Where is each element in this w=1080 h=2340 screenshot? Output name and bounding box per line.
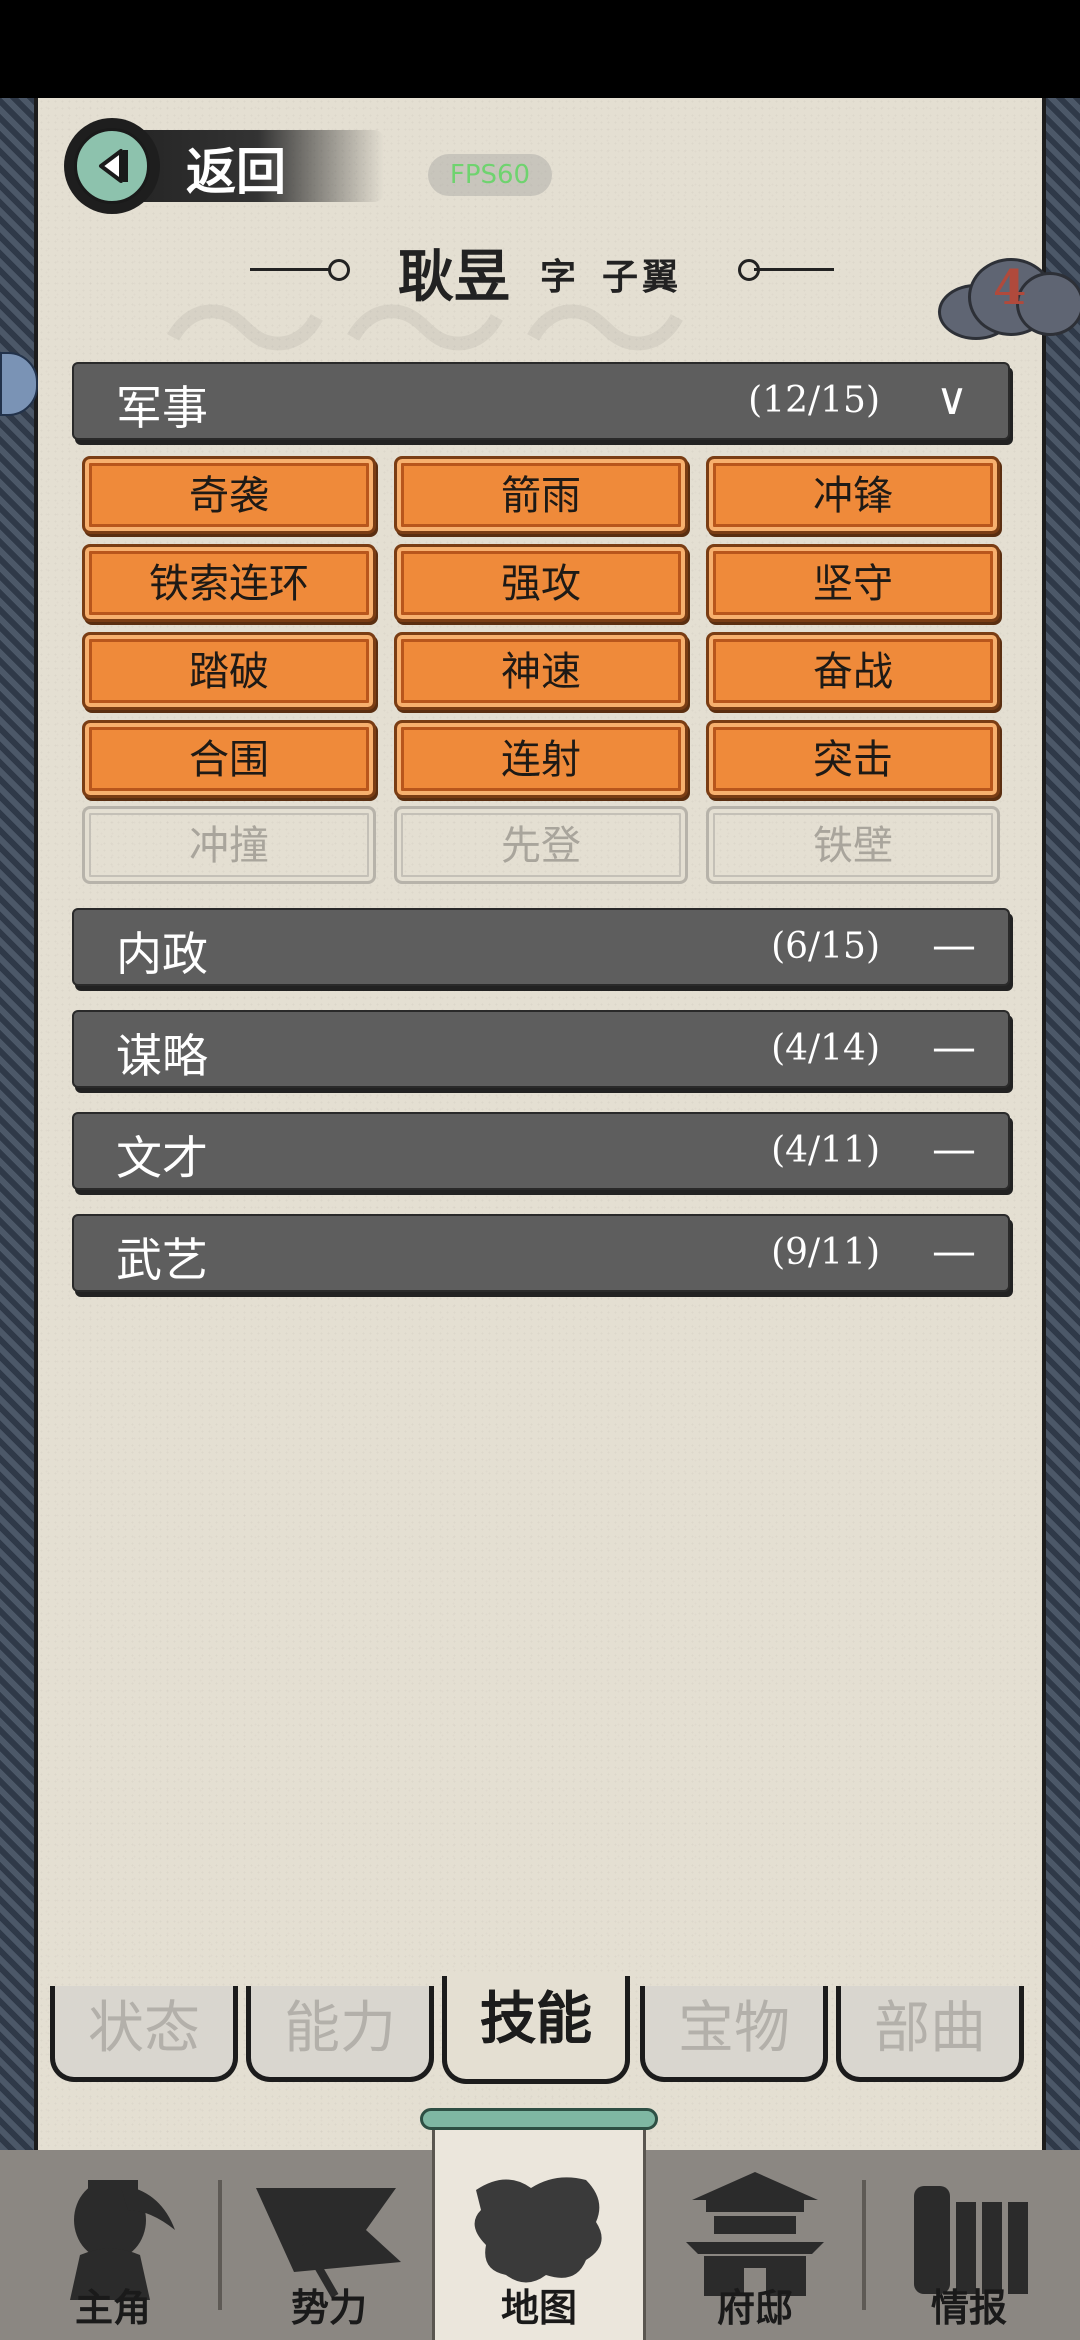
back-button[interactable]: 返回 bbox=[64, 118, 384, 214]
right-border bbox=[1046, 98, 1080, 2150]
tab-skills[interactable]: 技能 bbox=[442, 1976, 630, 2084]
tab-label: 状态 bbox=[88, 1996, 200, 2061]
skill-button[interactable]: 强攻 bbox=[394, 544, 688, 622]
character-title: 耿昱 字 子翼 bbox=[240, 228, 840, 310]
nav-separator bbox=[218, 2180, 222, 2310]
skill-button[interactable]: 连射 bbox=[394, 720, 688, 798]
tab-troops[interactable]: 部曲 bbox=[836, 1986, 1024, 2082]
nav-item-protagonist[interactable]: 主角 bbox=[10, 2150, 216, 2340]
section-header-literature[interactable]: 文才 (4/11) — bbox=[72, 1112, 1010, 1190]
collapse-dash-icon: — bbox=[932, 1124, 976, 1175]
tab-ability[interactable]: 能力 bbox=[246, 1986, 434, 2082]
skill-button[interactable]: 合围 bbox=[82, 720, 376, 798]
section-count: (6/15) bbox=[771, 926, 880, 967]
nav-label: 府邸 bbox=[716, 2285, 793, 2330]
nav-label: 势力 bbox=[290, 2285, 367, 2330]
section-label: 武艺 bbox=[116, 1233, 208, 1287]
back-arrow-icon bbox=[74, 128, 150, 204]
skill-button[interactable]: 神速 bbox=[394, 632, 688, 710]
fps-counter: FPS60 bbox=[428, 154, 552, 196]
section-label: 内政 bbox=[116, 927, 208, 981]
collapse-dash-icon: — bbox=[932, 1226, 976, 1277]
skill-button[interactable]: 箭雨 bbox=[394, 456, 688, 534]
tab-label: 能力 bbox=[284, 1996, 396, 2061]
skill-button[interactable]: 冲撞 bbox=[82, 806, 376, 884]
courtesy-label: 字 bbox=[540, 256, 577, 298]
nav-item-intel[interactable]: 情报 bbox=[866, 2150, 1072, 2340]
tab-status[interactable]: 状态 bbox=[50, 1986, 238, 2082]
skill-button[interactable]: 先登 bbox=[394, 806, 688, 884]
title-ornament-right bbox=[754, 268, 834, 271]
status-bar bbox=[0, 0, 1080, 98]
skill-button[interactable]: 冲锋 bbox=[706, 456, 1000, 534]
back-circle bbox=[64, 118, 160, 214]
skill-button[interactable]: 奇袭 bbox=[82, 456, 376, 534]
nav-label: 主角 bbox=[74, 2285, 151, 2330]
skill-button[interactable]: 坚守 bbox=[706, 544, 1000, 622]
section-label: 文才 bbox=[116, 1131, 208, 1185]
character-name: 耿昱 bbox=[398, 244, 510, 310]
badge-count: 4 bbox=[993, 260, 1027, 316]
tab-label: 宝物 bbox=[678, 1996, 790, 2061]
section-header-strategy[interactable]: 谋略 (4/14) — bbox=[72, 1010, 1010, 1088]
cloud-badge[interactable]: 4 bbox=[938, 250, 1080, 340]
section-count: (4/11) bbox=[771, 1130, 880, 1171]
nav-item-mansion[interactable]: 府邸 bbox=[652, 2150, 858, 2340]
tab-label: 部曲 bbox=[874, 1996, 986, 2061]
title-knot-left bbox=[328, 259, 350, 281]
section-header-martial[interactable]: 武艺 (9/11) — bbox=[72, 1214, 1010, 1292]
tab-bar: 状态 能力 技能 宝物 部曲 bbox=[50, 1976, 1040, 2084]
section-count: (9/11) bbox=[771, 1232, 880, 1273]
section-header-military[interactable]: 军事 (12/15) ∨ bbox=[72, 362, 1010, 440]
section-count: (4/14) bbox=[771, 1028, 880, 1069]
back-label: 返回 bbox=[186, 142, 286, 201]
skill-button[interactable]: 铁索连环 bbox=[82, 544, 376, 622]
collapse-dash-icon: — bbox=[932, 1022, 976, 1073]
title-ornament-left bbox=[250, 268, 330, 271]
nav-item-faction[interactable]: 势力 bbox=[226, 2150, 432, 2340]
nav-active-cap bbox=[420, 2108, 658, 2130]
nav-label: 情报 bbox=[930, 2285, 1007, 2330]
section-label: 军事 bbox=[116, 381, 208, 435]
skill-button[interactable]: 踏破 bbox=[82, 632, 376, 710]
chevron-down-icon: ∨ bbox=[935, 374, 969, 425]
skill-button[interactable]: 突击 bbox=[706, 720, 1000, 798]
section-label: 谋略 bbox=[116, 1029, 208, 1083]
nav-label: 地图 bbox=[500, 2285, 577, 2330]
collapse-dash-icon: — bbox=[932, 920, 976, 971]
bottom-nav: 主角 势力 地图 府邸 情报 bbox=[0, 2108, 1080, 2340]
courtesy-name: 子翼 bbox=[602, 256, 683, 298]
skill-button[interactable]: 铁壁 bbox=[706, 806, 1000, 884]
section-header-administration[interactable]: 内政 (6/15) — bbox=[72, 908, 1010, 986]
nav-item-map[interactable]: 地图 bbox=[436, 2150, 642, 2340]
tab-label: 技能 bbox=[480, 1986, 592, 2052]
section-count: (12/15) bbox=[748, 380, 880, 421]
tab-treasure[interactable]: 宝物 bbox=[640, 1986, 828, 2082]
skill-button[interactable]: 奋战 bbox=[706, 632, 1000, 710]
